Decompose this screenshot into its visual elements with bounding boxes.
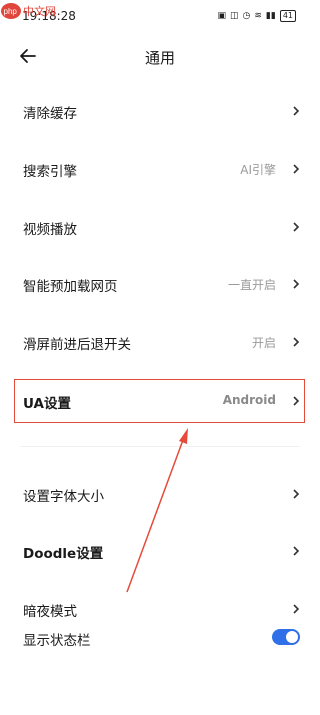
row-value: 一直开启 bbox=[227, 278, 276, 292]
chevron-right-icon bbox=[293, 489, 300, 499]
toggle-knob bbox=[286, 631, 298, 643]
status-icons: ▣ ◫ ◷ ≋ ▮▮ 41 bbox=[217, 10, 296, 22]
chevron-right-icon bbox=[293, 106, 300, 116]
row-label: Doodle设置 bbox=[23, 546, 104, 562]
chevron-right-icon bbox=[293, 222, 300, 232]
row-label: 暗夜模式 bbox=[23, 604, 77, 620]
row-label: 搜索引擎 bbox=[23, 164, 77, 180]
header: 通用 bbox=[0, 34, 320, 78]
row-video-playback[interactable]: 视频播放 bbox=[0, 207, 320, 247]
row-label: 设置字体大小 bbox=[23, 489, 104, 505]
row-doodle-settings[interactable]: Doodle设置 bbox=[0, 531, 320, 571]
row-label: 智能预加载网页 bbox=[23, 279, 118, 295]
row-label: 清除缓存 bbox=[23, 106, 77, 122]
chevron-right-icon bbox=[293, 546, 300, 556]
section-divider bbox=[20, 446, 300, 447]
row-label: 滑屏前进后退开关 bbox=[23, 337, 131, 353]
status-bar-toggle[interactable] bbox=[272, 629, 300, 645]
svg-text:中文网: 中文网 bbox=[23, 4, 56, 18]
chevron-right-icon bbox=[293, 604, 300, 614]
wifi-icon: ≋ bbox=[254, 11, 262, 21]
row-value: 开启 bbox=[251, 336, 276, 350]
signal-icon: ▮▮ bbox=[265, 11, 276, 21]
alarm-icon: ◷ bbox=[242, 11, 251, 21]
row-font-size[interactable]: 设置字体大小 bbox=[0, 474, 320, 514]
chevron-right-icon bbox=[293, 279, 300, 289]
chevron-right-icon bbox=[293, 164, 300, 174]
row-swipe-navigation[interactable]: 滑屏前进后退开关 开启 bbox=[0, 322, 320, 362]
row-label: 视频播放 bbox=[23, 222, 77, 238]
nfc-icon: ▣ bbox=[217, 11, 226, 21]
page-title: 通用 bbox=[144, 49, 175, 67]
chevron-right-icon bbox=[293, 337, 300, 347]
row-search-engine[interactable]: 搜索引擎 AI引擎 bbox=[0, 149, 320, 189]
row-clear-cache[interactable]: 清除缓存 bbox=[0, 91, 320, 131]
svg-text:php: php bbox=[4, 7, 18, 16]
row-value: AI引擎 bbox=[240, 163, 276, 177]
vibrate-icon: ◫ bbox=[229, 11, 239, 21]
highlight-box bbox=[14, 379, 305, 423]
row-show-status-bar: 显示状态栏 bbox=[0, 618, 320, 658]
row-smart-preload[interactable]: 智能预加载网页 一直开启 bbox=[0, 264, 320, 304]
row-label: 显示状态栏 bbox=[23, 633, 91, 649]
battery-icon: 41 bbox=[279, 10, 296, 22]
watermark-logo: php 中文网 bbox=[1, 3, 56, 19]
